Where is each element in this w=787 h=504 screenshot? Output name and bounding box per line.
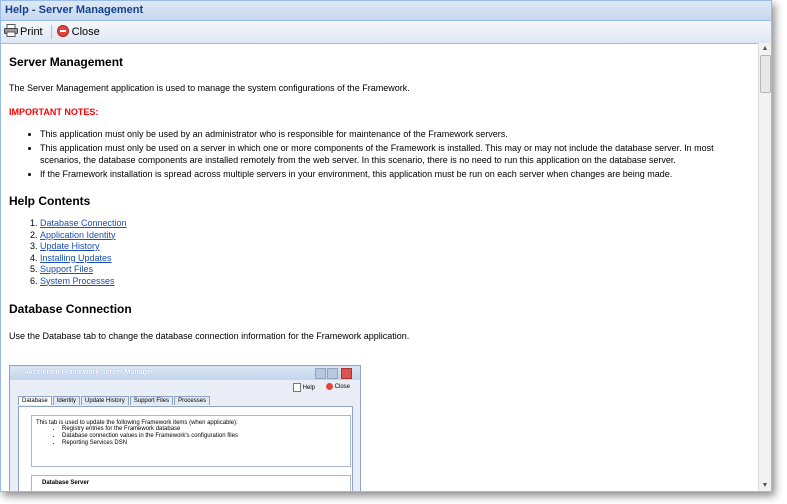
database-connection-heading: Database Connection — [9, 302, 132, 316]
screenshot-toolbar: Help Close — [10, 380, 360, 394]
link-database-connection[interactable]: Database Connection — [40, 218, 127, 228]
screenshot-db-server-label: Database Server — [42, 480, 90, 486]
contents-item: Database Connection — [40, 218, 757, 230]
contents-item: Support Files — [40, 264, 757, 276]
link-system-processes[interactable]: System Processes — [40, 276, 115, 286]
tab-update-history: Update History — [81, 396, 129, 405]
tab-identity: Identity — [52, 396, 81, 405]
screenshot-item: Registry entries for the Framework datab… — [62, 426, 346, 433]
screenshot-panel: This tab is used to update the following… — [18, 406, 353, 491]
help-toolbar: Print Close — [1, 21, 771, 44]
print-button[interactable]: Print — [1, 23, 49, 41]
screenshot-db-server-box: Database Server — [31, 475, 351, 491]
link-installing-updates[interactable]: Installing Updates — [40, 253, 112, 263]
important-notes-label: IMPORTANT NOTES: — [9, 107, 99, 117]
help-content: Server Management The Server Management … — [1, 43, 757, 491]
screenshot-title-bar: Akcelerant Framework Server Manager — [10, 366, 360, 380]
close-button[interactable]: Close — [54, 23, 106, 41]
tab-processes: Processes — [174, 396, 211, 405]
link-update-history[interactable]: Update History — [40, 241, 100, 251]
screenshot-item: Reporting Services DSN — [62, 440, 346, 447]
server-manager-screenshot: Akcelerant Framework Server Manager Help… — [9, 365, 361, 491]
note-item: This application must only be used by an… — [40, 128, 757, 141]
note-item: If the Framework installation is spread … — [40, 168, 757, 181]
help-contents-heading: Help Contents — [9, 194, 91, 208]
screenshot-item: Database connection values in the Framew… — [62, 433, 346, 440]
tab-database: Database — [18, 396, 52, 405]
scroll-thumb[interactable] — [760, 55, 771, 93]
link-application-identity[interactable]: Application Identity — [40, 230, 116, 240]
help-window: Help - Server Management Print Close Ser… — [0, 0, 772, 492]
screenshot-info-box: This tab is used to update the following… — [31, 415, 351, 467]
toolbar-separator — [50, 25, 52, 39]
scroll-up-icon[interactable]: ▲ — [759, 43, 771, 54]
help-contents-list: Database Connection Application Identity… — [9, 218, 757, 287]
maximize-icon — [327, 368, 338, 379]
contents-item: Application Identity — [40, 230, 757, 242]
screenshot-title: Akcelerant Framework Server Manager — [24, 369, 154, 376]
close-circle-icon — [56, 24, 69, 40]
screenshot-close: Close — [326, 383, 350, 390]
close-label: Close — [71, 26, 100, 38]
window-title: Help - Server Management — [1, 1, 771, 21]
contents-item: Installing Updates — [40, 253, 757, 265]
contents-item: System Processes — [40, 276, 757, 288]
printer-icon — [4, 24, 18, 40]
intro-text: The Server Management application is use… — [9, 83, 410, 93]
tab-support-files: Support Files — [129, 396, 174, 405]
contents-item: Update History — [40, 241, 757, 253]
note-item: This application must only be used on a … — [40, 142, 757, 167]
scroll-down-icon[interactable]: ▼ — [759, 480, 771, 491]
close-circle-icon — [326, 383, 333, 390]
minimize-icon — [315, 368, 326, 379]
window-close-icon — [341, 368, 352, 379]
vertical-scrollbar[interactable]: ▲ ▼ — [758, 43, 771, 491]
screenshot-tabs: Database Identity Update History Support… — [18, 396, 211, 405]
link-support-files[interactable]: Support Files — [40, 264, 93, 274]
important-notes-list: This application must only be used by an… — [9, 128, 757, 180]
screenshot-items: Registry entries for the Framework datab… — [36, 426, 346, 447]
screenshot-help: Help — [293, 383, 315, 392]
database-connection-text: Use the Database tab to change the datab… — [9, 331, 410, 341]
page-title: Server Management — [9, 55, 124, 69]
print-label: Print — [20, 26, 43, 38]
help-doc-icon — [293, 383, 301, 392]
